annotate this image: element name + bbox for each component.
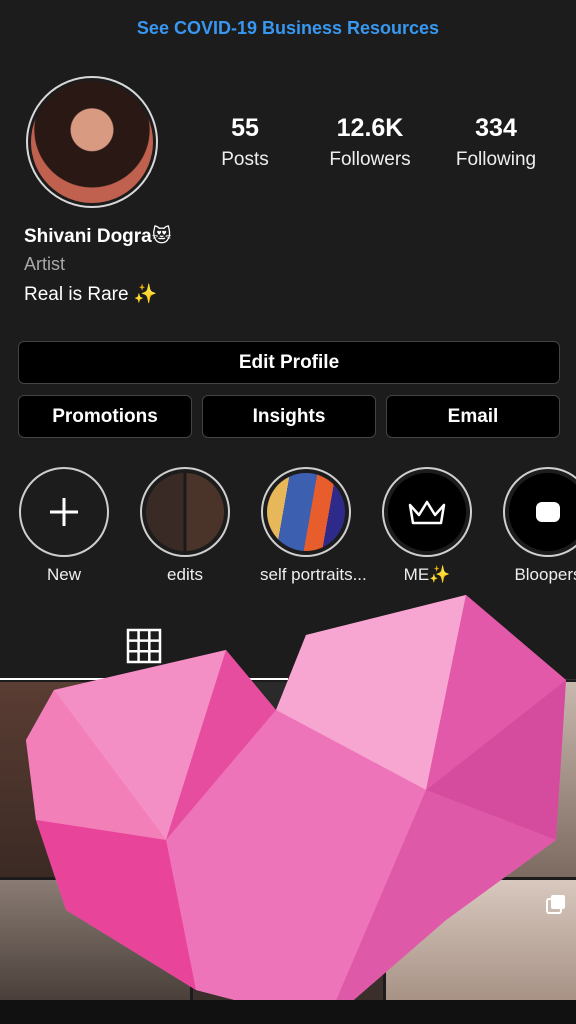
covid-resources-link[interactable]: See COVID-19 Business Resources [0, 18, 576, 39]
highlight-ring [382, 467, 472, 557]
highlight-ring [503, 467, 576, 557]
promotions-button[interactable]: Promotions [18, 395, 192, 438]
new-highlight-circle [19, 467, 109, 557]
bloopers-cover [509, 473, 576, 551]
highlight-label: edits [167, 565, 203, 584]
highlight-me[interactable]: ME✨ [381, 467, 473, 585]
following-count: 334 [475, 114, 517, 142]
highlight-new[interactable]: New [18, 467, 110, 585]
profile-bio: Real is Rare ✨ [24, 284, 158, 305]
posts-count: 55 [231, 114, 259, 142]
plus-icon [50, 498, 78, 526]
highlight-label: New [46, 565, 81, 584]
followers-label: Followers [329, 149, 411, 170]
highlight-self-portraits[interactable]: self portraits... [260, 467, 367, 585]
insights-button[interactable]: Insights [202, 395, 376, 438]
posts-label: Posts [221, 149, 269, 170]
highlight-label: Bloopers [514, 565, 576, 584]
avatar-photo [31, 81, 153, 203]
bottom-nav-bar [0, 1000, 576, 1024]
profile-category: Artist [24, 254, 66, 274]
highlight-label: self portraits... [260, 565, 367, 584]
edit-profile-button[interactable]: Edit Profile [18, 341, 560, 384]
email-button[interactable]: Email [386, 395, 560, 438]
followers-count: 12.6K [336, 114, 404, 142]
highlight-edits[interactable]: edits [139, 467, 231, 585]
following-label: Following [455, 149, 537, 170]
bloopers-shape [536, 502, 560, 522]
edits-cover [146, 473, 224, 551]
highlight-ring [261, 467, 351, 557]
posts-stat[interactable]: 55 Posts [180, 114, 310, 171]
me-cover [388, 473, 466, 551]
followers-stat[interactable]: 12.6K Followers [305, 114, 435, 171]
crown-icon [408, 500, 446, 525]
highlight-label: ME✨ [403, 565, 451, 584]
highlight-bloopers[interactable]: Bloopers [502, 467, 576, 585]
heart-sticker-icon [26, 595, 566, 1024]
following-stat[interactable]: 334 Following [431, 114, 561, 171]
highlight-ring [140, 467, 230, 557]
profile-avatar[interactable] [26, 76, 158, 208]
self-portraits-cover [267, 473, 345, 551]
profile-name: Shivani Dogra😻 [24, 226, 172, 247]
